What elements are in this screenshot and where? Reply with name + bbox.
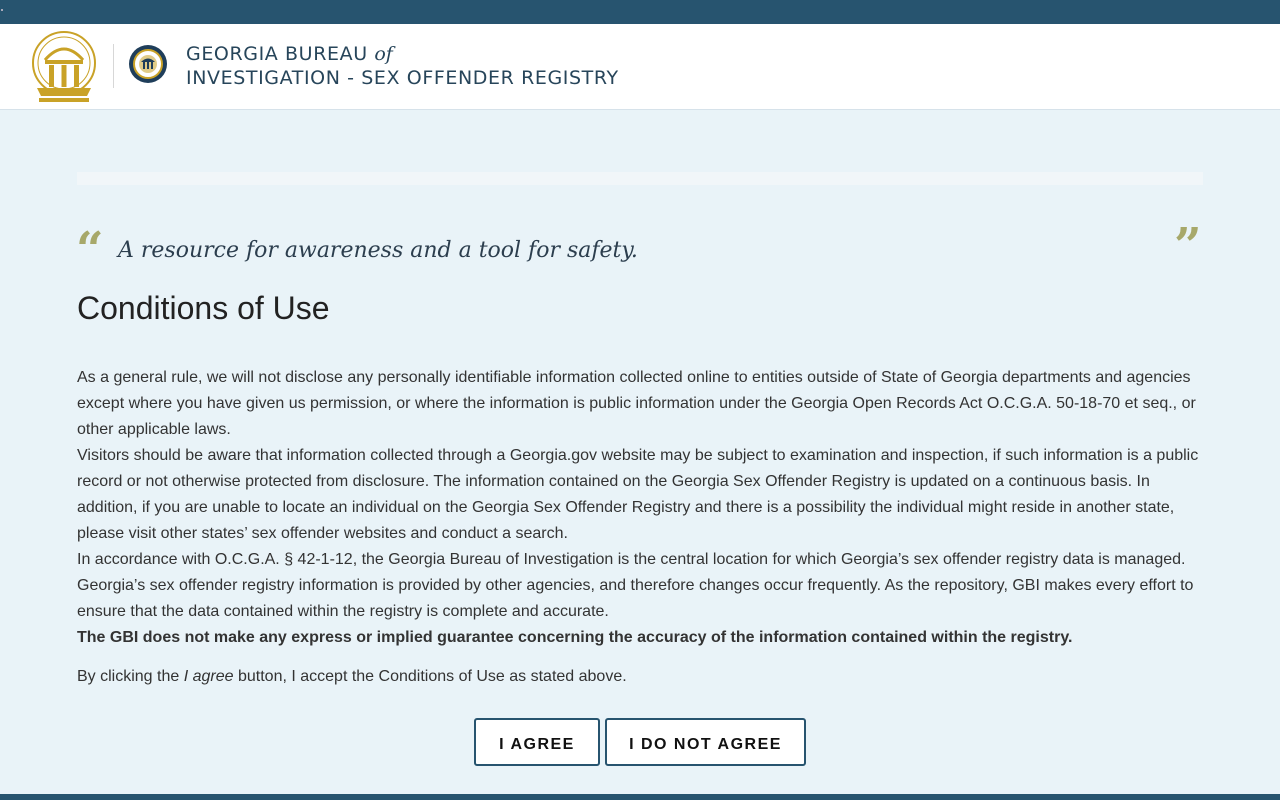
open-quote-icon: “ (76, 222, 104, 278)
accept-pre: By clicking the (77, 668, 184, 685)
disagree-button[interactable]: I DO NOT AGREE (605, 718, 806, 766)
tagline: A resource for awareness and a tool for … (118, 238, 638, 263)
page-title: Conditions of Use (77, 290, 330, 326)
close-quote-icon: ” (1174, 218, 1202, 274)
content-top-rule (77, 172, 1203, 185)
accept-em: I agree (183, 668, 234, 685)
brand-line-1-text: GEORGIA BUREAU (186, 43, 368, 65)
accept-post: button, I accept the Conditions of Use a… (233, 668, 627, 685)
top-bar-dot (1, 9, 3, 11)
conditions-paragraph: As a general rule, we will not disclose … (77, 369, 1196, 438)
gbi-seal-icon[interactable] (128, 44, 168, 84)
brand-of: of (374, 43, 393, 65)
bottom-bar (0, 794, 1280, 800)
disclaimer-paragraph: The GBI does not make any express or imp… (77, 629, 1073, 646)
brand-line-1: GEORGIA BUREAU of (186, 42, 619, 66)
georgia-arch-seal-icon[interactable] (31, 30, 97, 104)
conditions-body: As a general rule, we will not disclose … (77, 365, 1203, 651)
top-bar (0, 0, 1280, 24)
accept-statement: By clicking the I agree button, I accept… (77, 668, 627, 686)
agree-button[interactable]: I AGREE (474, 718, 600, 766)
conditions-paragraph: Visitors should be aware that informatio… (77, 447, 1199, 542)
site-brand-title[interactable]: GEORGIA BUREAU of INVESTIGATION - SEX OF… (186, 42, 619, 90)
site-header: GEORGIA BUREAU of INVESTIGATION - SEX OF… (0, 24, 1280, 110)
conditions-paragraph: In accordance with O.C.G.A. § 42-1-12, t… (77, 551, 1194, 620)
brand-line-2: INVESTIGATION - SEX OFFENDER REGISTRY (186, 67, 619, 89)
header-divider (113, 44, 114, 88)
